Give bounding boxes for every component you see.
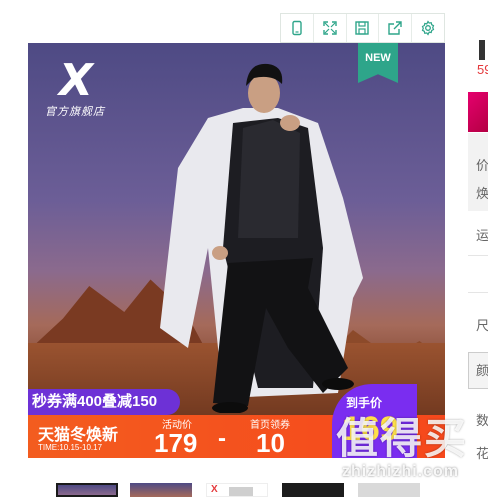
product-shape — [229, 487, 253, 496]
expand-button[interactable] — [314, 14, 347, 42]
thumbnail-4[interactable] — [282, 483, 344, 497]
brand-x-mark: X — [211, 484, 218, 495]
expand-icon — [322, 21, 337, 35]
thumbnail-5[interactable] — [358, 483, 420, 497]
brand-logo-text: 官方旗舰店 — [45, 106, 105, 118]
quantity-row-label: 数 — [476, 413, 488, 428]
coupon-discount-value: 10 — [256, 428, 285, 458]
brand-x-mark: X — [59, 55, 93, 106]
watermark-url: zhizhizhi.com — [342, 463, 459, 480]
color-row-label: 颜 — [476, 363, 488, 378]
promo-title: 天猫冬焕新 — [38, 427, 119, 444]
shipping-row-label: 运 — [476, 228, 488, 243]
gear-icon — [421, 20, 435, 36]
price-separator: - — [218, 425, 226, 452]
promo-row-label: 焕 — [476, 186, 488, 201]
activity-price-value: 179 — [154, 428, 198, 458]
watermark-logo-text: 值得买 — [336, 415, 469, 462]
installment-row-label: 花 — [476, 446, 488, 461]
product-info-panel: 59 价 焕 运 尺 颜 数 花 — [467, 0, 488, 497]
share-icon — [388, 21, 402, 35]
phone-view-button[interactable] — [281, 14, 314, 42]
price-row-label: 价 — [476, 158, 488, 173]
promo-banner-fragment[interactable] — [468, 92, 488, 132]
settings-button[interactable] — [412, 14, 444, 42]
thumbnail-3[interactable]: X — [206, 483, 268, 497]
phone-icon — [292, 20, 302, 36]
promo-time: TIME:10.15-10.17 — [38, 443, 103, 452]
thumbnail-2[interactable] — [130, 483, 192, 497]
image-toolbar — [280, 13, 445, 43]
save-button[interactable] — [347, 14, 380, 42]
thumbnail-1[interactable] — [56, 483, 118, 497]
share-button[interactable] — [379, 14, 413, 42]
model-figure — [160, 63, 363, 413]
price-fragment: 59 — [477, 62, 488, 77]
save-icon — [355, 21, 370, 35]
product-title-fragment — [479, 40, 485, 60]
divider — [468, 292, 488, 293]
brand-logo: X 官方旗舰店 — [42, 55, 108, 119]
coupon-banner: 秒券满400叠减150 — [28, 389, 180, 415]
site-watermark: 值得买 zhizhizhi.com — [336, 405, 488, 495]
size-row-label: 尺 — [476, 318, 488, 333]
divider — [468, 255, 488, 256]
